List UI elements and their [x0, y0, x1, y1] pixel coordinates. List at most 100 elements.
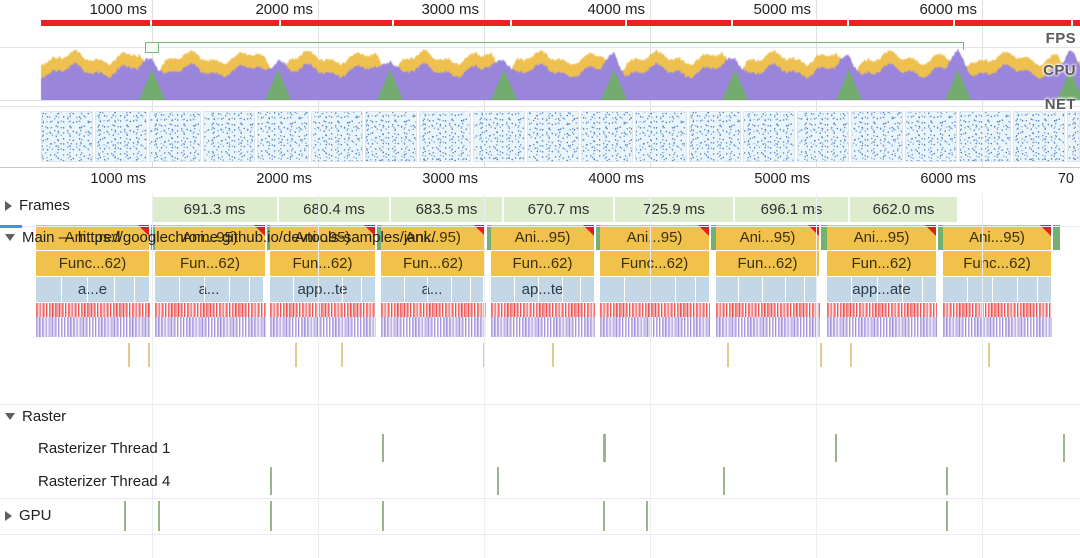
- overview-selection-left-handle[interactable]: [145, 42, 159, 53]
- rasterizer-thread-1-label[interactable]: Rasterizer Thread 1: [0, 440, 170, 457]
- raster-thread-4-event[interactable]: [270, 467, 272, 495]
- flame-dense-recalc-events[interactable]: [270, 317, 376, 337]
- raster-thread-4-event[interactable]: [723, 467, 725, 495]
- frame-duration-cell[interactable]: 725.9 ms: [615, 197, 735, 222]
- timer-event-tick[interactable]: [727, 343, 729, 367]
- filmstrip-frame[interactable]: [635, 111, 687, 162]
- flame-bar-app-update[interactable]: app...te: [270, 277, 376, 302]
- filmstrip-frame[interactable]: [905, 111, 957, 162]
- chevron-right-icon[interactable]: [5, 200, 12, 211]
- filmstrip-frame[interactable]: [365, 111, 417, 162]
- flame-dense-recalc-events[interactable]: [491, 317, 595, 337]
- flame-dense-layout-events[interactable]: [716, 303, 820, 317]
- raster-thread-4-event[interactable]: [497, 467, 499, 495]
- filmstrip-frame[interactable]: [527, 111, 579, 162]
- frame-duration-cell[interactable]: 670.7 ms: [504, 197, 615, 222]
- track-header-gpu[interactable]: GPU: [0, 507, 52, 524]
- flame-bar-function-call[interactable]: Fun...62): [716, 251, 820, 276]
- filmstrip-frame[interactable]: [959, 111, 1011, 162]
- flame-dense-layout-events[interactable]: [600, 303, 710, 317]
- flame-dense-recalc-events[interactable]: [155, 317, 266, 337]
- flame-bar-app-update[interactable]: a...: [155, 277, 264, 302]
- flame-dense-recalc-events[interactable]: [943, 317, 1052, 337]
- gpu-event[interactable]: [270, 501, 272, 531]
- flame-dense-recalc-events[interactable]: [381, 317, 486, 337]
- track-header-main[interactable]: Main — https://googlechrome.github.io/de…: [0, 229, 436, 246]
- chevron-down-icon-raster[interactable]: [5, 413, 15, 420]
- flame-bar-animation-frame[interactable]: Ani...95): [716, 225, 820, 250]
- filmstrip-frame[interactable]: [41, 111, 93, 162]
- flame-bar-function-call[interactable]: Func...62): [943, 251, 1052, 276]
- flame-bar-app-update[interactable]: app...ate: [827, 277, 937, 302]
- gpu-event[interactable]: [646, 501, 648, 531]
- raster-thread-1-event[interactable]: [1063, 434, 1065, 462]
- filmstrip-screenshots[interactable]: [0, 108, 1080, 165]
- frame-duration-cell[interactable]: 680.4 ms: [279, 197, 391, 222]
- frames-track-row[interactable]: 691.3 ms 680.4 ms 683.5 ms 670.7 ms 725.9 ms…: [0, 193, 1080, 225]
- flame-bar-app-update[interactable]: [600, 277, 710, 302]
- raster-thread-1-event[interactable]: [603, 434, 605, 462]
- track-resize-handle[interactable]: [0, 225, 22, 228]
- track-header-frames[interactable]: Frames: [0, 197, 70, 214]
- flame-dense-recalc-events[interactable]: [600, 317, 710, 337]
- flame-dense-layout-events[interactable]: [381, 303, 486, 317]
- timer-event-tick[interactable]: [128, 343, 130, 367]
- filmstrip-frame[interactable]: [797, 111, 849, 162]
- frame-duration-cell[interactable]: 696.1 ms: [735, 197, 850, 222]
- timer-event-tick[interactable]: [552, 343, 554, 367]
- filmstrip-frame[interactable]: [311, 111, 363, 162]
- flame-dense-layout-events[interactable]: [155, 303, 266, 317]
- timer-event-tick[interactable]: [820, 343, 822, 367]
- flame-dense-layout-events[interactable]: [827, 303, 937, 317]
- flame-bar-app-update[interactable]: a...e: [36, 277, 150, 302]
- flame-dense-recalc-events[interactable]: [716, 317, 820, 337]
- flame-bar-animation-frame[interactable]: Ani...95): [827, 225, 937, 250]
- flame-bar-function-call[interactable]: Func...62): [36, 251, 150, 276]
- filmstrip-frame[interactable]: [149, 111, 201, 162]
- filmstrip-frame[interactable]: [203, 111, 255, 162]
- chevron-right-icon-gpu[interactable]: [5, 510, 12, 521]
- flame-bar-app-update[interactable]: ap...te: [491, 277, 595, 302]
- timer-event-tick[interactable]: [850, 343, 852, 367]
- frame-duration-cell[interactable]: 683.5 ms: [391, 197, 504, 222]
- flame-bar-app-update[interactable]: a...: [381, 277, 484, 302]
- frame-duration-cell[interactable]: 691.3 ms: [152, 197, 279, 222]
- timer-event-tick[interactable]: [988, 343, 990, 367]
- timeline-detail-pane[interactable]: 1000 ms 2000 ms 3000 ms 4000 ms 5000 ms 6000 …: [0, 168, 1080, 558]
- filmstrip-frame[interactable]: [1013, 111, 1065, 162]
- flame-bar-function-call[interactable]: Fun...62): [827, 251, 937, 276]
- overview-selection-window[interactable]: [152, 42, 964, 50]
- flame-dense-layout-events[interactable]: [270, 303, 376, 317]
- filmstrip-frame[interactable]: [257, 111, 309, 162]
- timer-event-tick[interactable]: [148, 343, 150, 367]
- gpu-event[interactable]: [382, 501, 384, 531]
- flame-bar-animation-frame[interactable]: Ani...95): [943, 225, 1052, 250]
- filmstrip-frame[interactable]: [473, 111, 525, 162]
- chevron-down-icon[interactable]: [5, 234, 15, 241]
- flame-dense-recalc-events[interactable]: [827, 317, 937, 337]
- raster-thread-4-event[interactable]: [946, 467, 948, 495]
- flame-bar-function-call[interactable]: Fun...62): [155, 251, 266, 276]
- flame-bar-animation-frame[interactable]: Ani...95): [600, 225, 710, 250]
- timeline-overview-pane[interactable]: 1000 ms 2000 ms 3000 ms 4000 ms 5000 ms 6000 …: [0, 0, 1080, 168]
- detail-time-ruler[interactable]: 1000 ms 2000 ms 3000 ms 4000 ms 5000 ms 6000 …: [0, 168, 1080, 193]
- flame-bar-function-call[interactable]: Func...62): [600, 251, 710, 276]
- filmstrip-frame[interactable]: [851, 111, 903, 162]
- flame-bar-paint-event[interactable]: [1053, 225, 1060, 250]
- flame-dense-layout-events[interactable]: [491, 303, 595, 317]
- filmstrip-frame[interactable]: [581, 111, 633, 162]
- filmstrip-frame[interactable]: [689, 111, 741, 162]
- flame-bar-app-update[interactable]: [943, 277, 1052, 302]
- flame-bar-animation-frame[interactable]: Ani...95): [491, 225, 595, 250]
- gpu-event[interactable]: [158, 501, 160, 531]
- timer-event-tick[interactable]: [341, 343, 343, 367]
- flame-dense-layout-events[interactable]: [36, 303, 150, 317]
- rasterizer-thread-4-label[interactable]: Rasterizer Thread 4: [0, 473, 170, 490]
- main-flame-chart[interactable]: Ani...red Func...62) a...e Ani...95) Fun...6…: [0, 225, 1080, 405]
- track-header-raster[interactable]: Raster: [0, 408, 66, 425]
- filmstrip-frame[interactable]: [419, 111, 471, 162]
- raster-thread-1-event[interactable]: [835, 434, 837, 462]
- flame-bar-function-call[interactable]: Fun...62): [270, 251, 376, 276]
- filmstrip-frame[interactable]: [95, 111, 147, 162]
- gpu-event[interactable]: [124, 501, 126, 531]
